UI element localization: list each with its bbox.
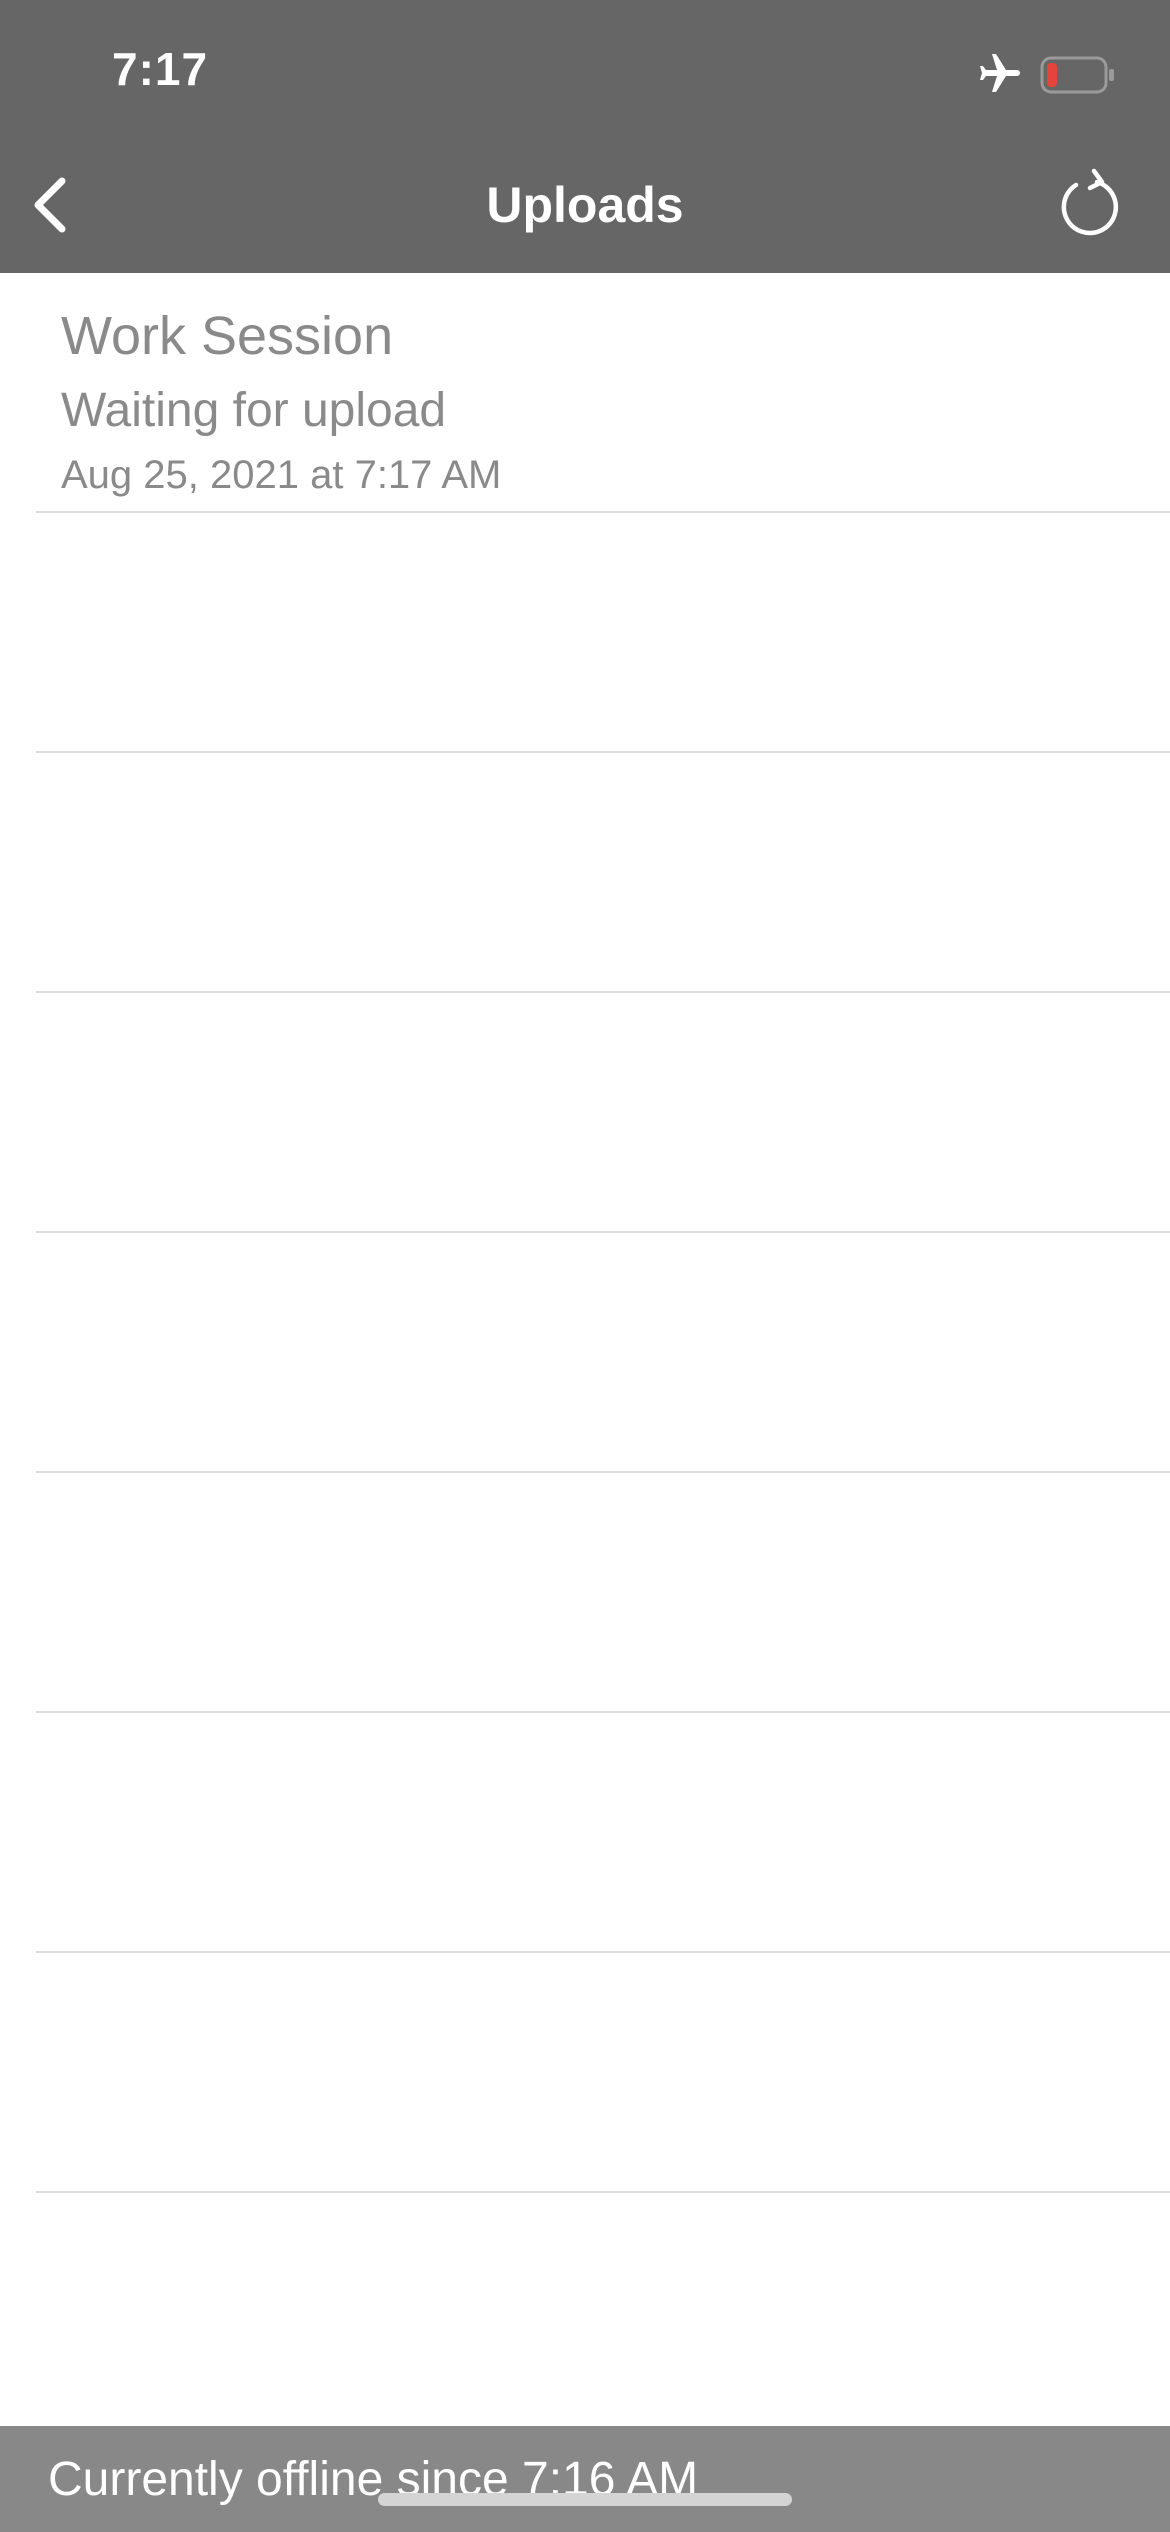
upload-status: Waiting for upload [61, 384, 447, 437]
empty-row [36, 1233, 1170, 1473]
home-indicator[interactable] [378, 2493, 792, 2506]
upload-title: Work Session [61, 306, 394, 366]
empty-row [36, 1473, 1170, 1713]
list-item[interactable]: Work Session Waiting for upload Aug 25, … [36, 273, 1170, 513]
empty-row [36, 993, 1170, 1233]
upload-date: Aug 25, 2021 at 7:17 AM [61, 453, 502, 497]
empty-row [36, 513, 1170, 753]
status-time: 7:17 [112, 43, 209, 95]
empty-row [36, 753, 1170, 993]
refresh-button[interactable] [1048, 162, 1130, 246]
empty-row [36, 1953, 1170, 2193]
offline-banner: Currently offline since 7:16 AM [0, 2426, 1170, 2532]
empty-row [36, 1713, 1170, 1953]
uploads-list: Work Session Waiting for upload Aug 25, … [0, 273, 1170, 2193]
battery-low-icon [1040, 56, 1114, 94]
page-title: Uploads [486, 177, 684, 233]
uploads-screen: 7:17 Uploads Work Session Waiting for up… [0, 0, 1170, 2532]
airplane-icon [980, 54, 1020, 92]
refresh-icon [1061, 168, 1119, 236]
header-bar: 7:17 Uploads [0, 0, 1170, 273]
